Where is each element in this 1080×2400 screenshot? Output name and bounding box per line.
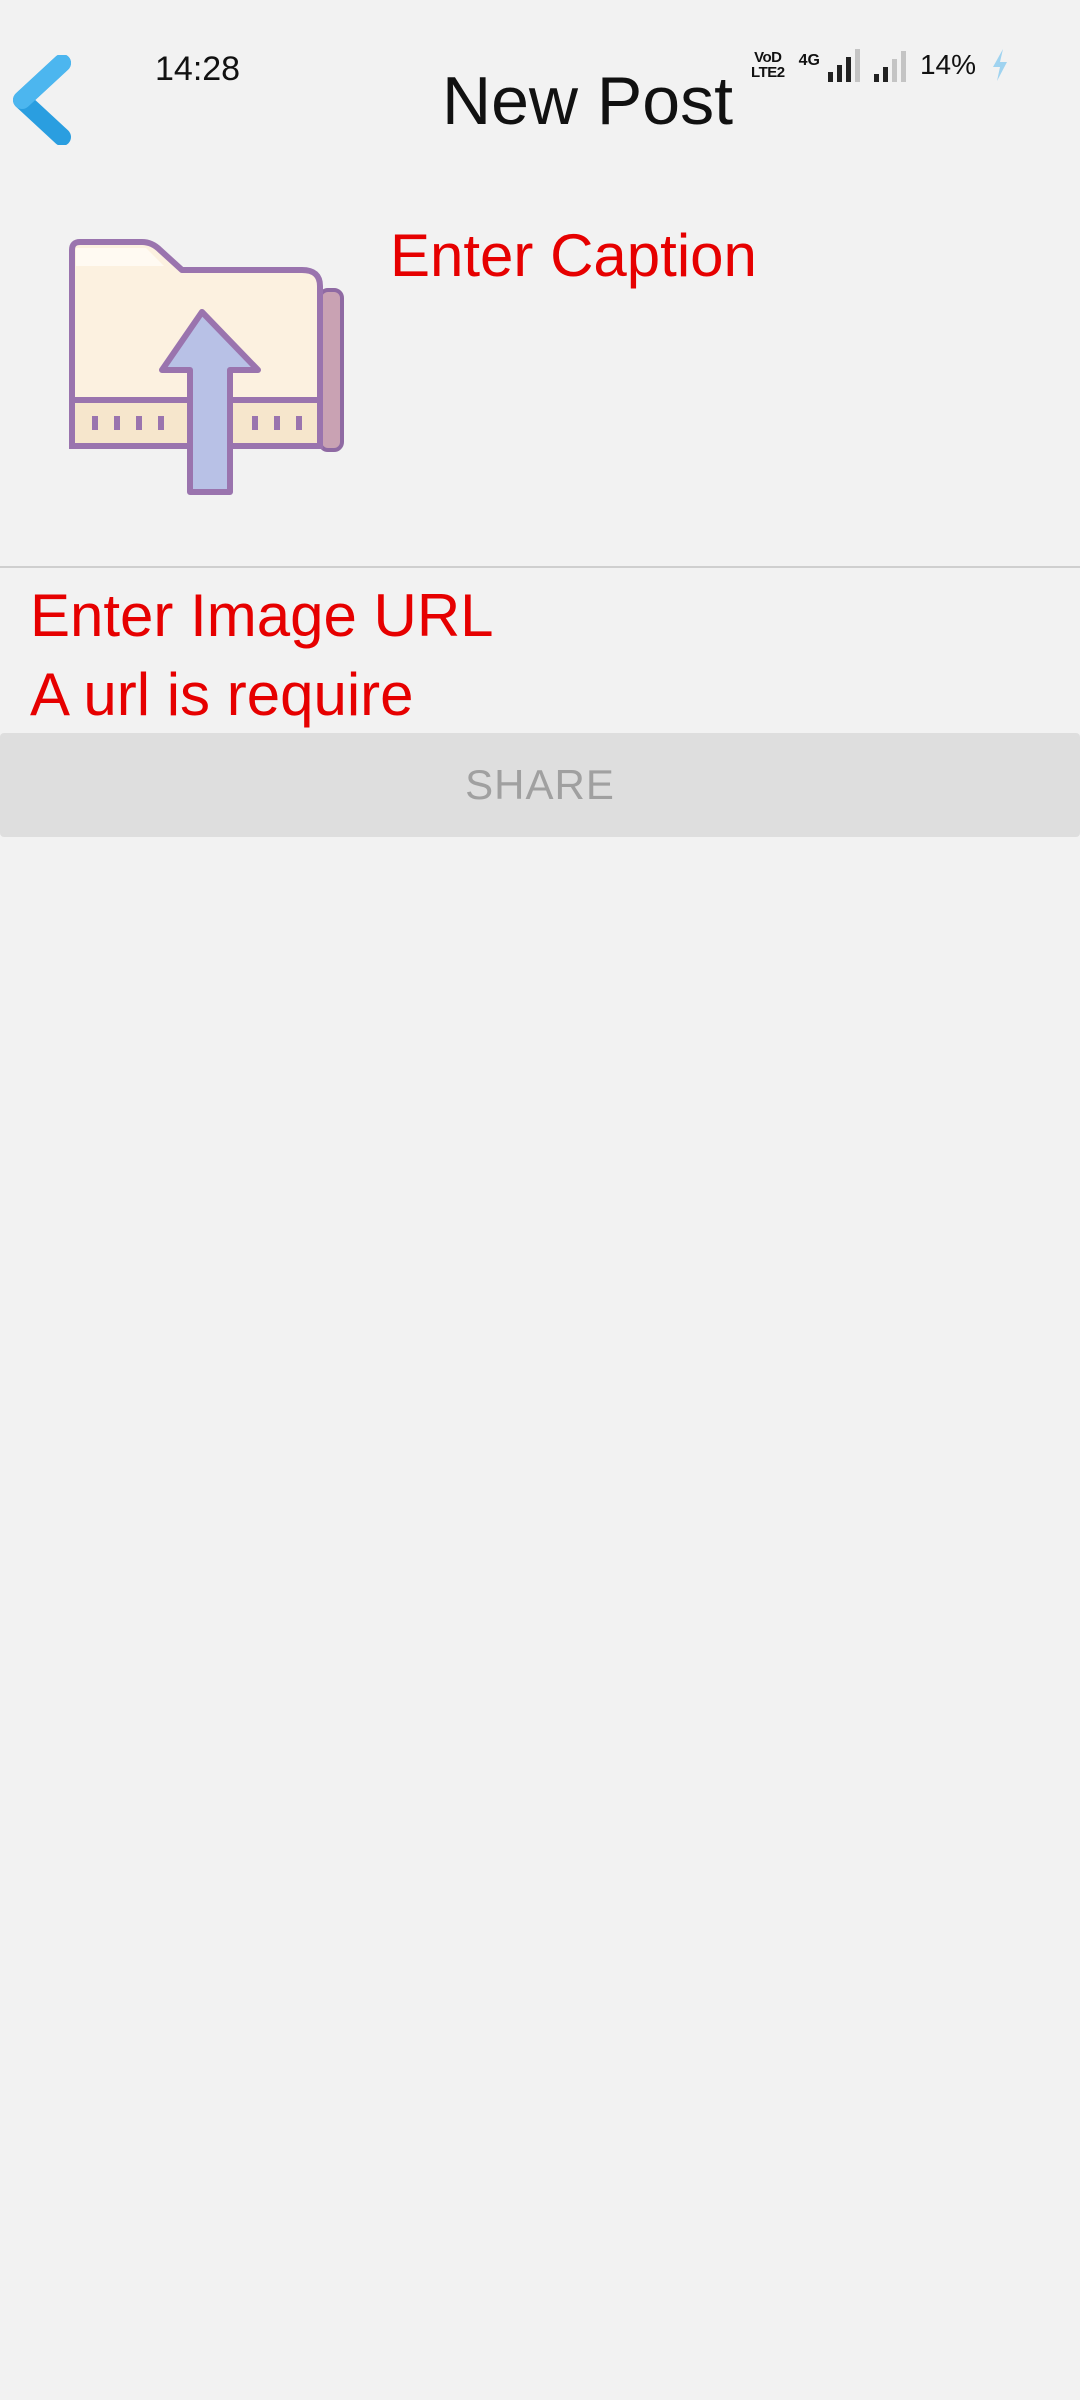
image-picker[interactable] (62, 230, 362, 500)
caption-input[interactable] (390, 215, 1030, 295)
folder-upload-icon (69, 239, 344, 495)
divider (0, 566, 1080, 568)
share-button[interactable]: SHARE (0, 733, 1080, 837)
image-url-input[interactable] (30, 575, 1030, 655)
page-title: New Post (442, 63, 733, 139)
url-error-text: A url is require (30, 661, 414, 728)
header: New Post (0, 0, 1080, 180)
